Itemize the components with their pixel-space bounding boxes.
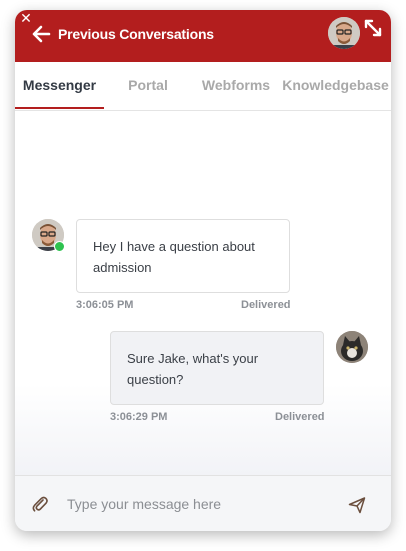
message-composer [15,475,391,531]
message-timestamp: 3:06:05 PM [76,299,134,311]
message-status: Delivered [241,299,291,311]
message-timestamp: 3:06:29 PM [110,411,168,423]
tab-knowledgebase[interactable]: Knowledgebase [280,62,391,109]
message-input[interactable] [67,488,337,520]
tab-portal[interactable]: Portal [104,62,192,109]
channel-tabs: Messenger Portal Webforms Knowledgebase [15,62,391,111]
agent-avatar [328,17,360,49]
chat-widget: ✕ Previous Conversations Messenger Porta… [15,10,391,531]
chat-header: ✕ Previous Conversations [15,10,391,62]
header-title: Previous Conversations [58,26,214,42]
tab-webforms[interactable]: Webforms [192,62,280,109]
online-status-dot [54,241,65,252]
sender-avatar [32,219,65,252]
send-icon[interactable] [348,496,366,514]
user-avatar [336,331,368,363]
outgoing-message-bubble: Sure Jake, what's your question? [110,331,324,405]
tab-messenger[interactable]: Messenger [15,62,104,109]
expand-icon[interactable] [363,18,383,38]
incoming-message-bubble: Hey I have a question about admission [76,219,290,293]
back-arrow-icon[interactable] [30,23,52,45]
message-list[interactable] [15,111,391,475]
paperclip-icon[interactable] [31,495,49,513]
message-status: Delivered [275,411,325,423]
message-text: Sure Jake, what's your question? [127,351,259,387]
message-text: Hey I have a question about admission [93,239,255,275]
